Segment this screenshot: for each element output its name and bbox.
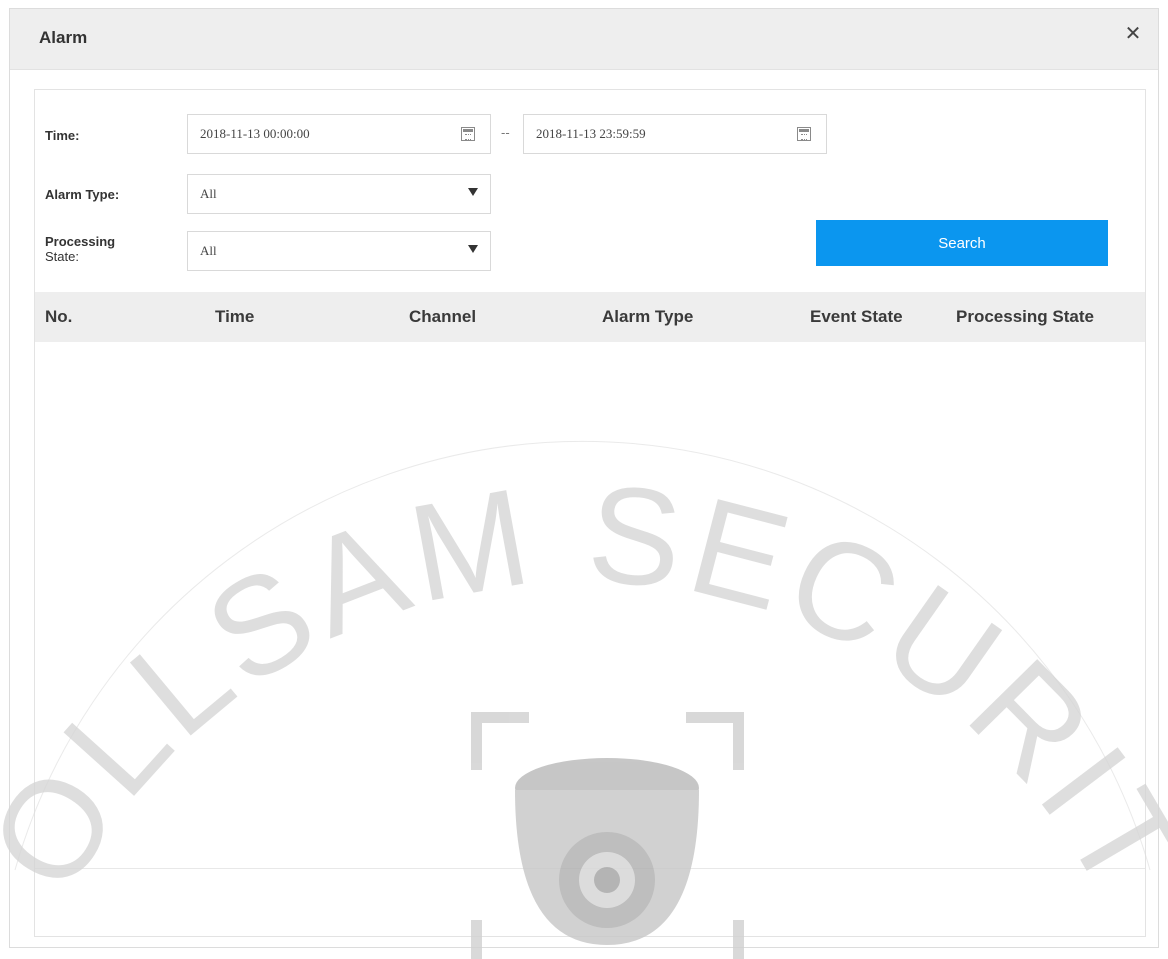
time-label: Time: [45, 128, 80, 143]
end-time-value: 2018-11-13 23:59:59 [536, 126, 646, 141]
start-time-value: 2018-11-13 00:00:00 [200, 126, 310, 141]
end-time-input[interactable]: 2018-11-13 23:59:59 [523, 114, 827, 154]
table-bottom-divider [35, 868, 1145, 869]
dialog-title: Alarm [39, 28, 88, 47]
chevron-down-icon [468, 188, 478, 196]
date-range-separator: -- [501, 125, 510, 140]
processing-state-label: Processing State: [45, 234, 115, 264]
dialog-titlebar: Alarm ✕ [10, 9, 1158, 70]
column-header-alarm-type[interactable]: Alarm Type [602, 307, 693, 327]
alarm-type-label: Alarm Type: [45, 187, 120, 202]
start-time-input[interactable]: 2018-11-13 00:00:00 [187, 114, 491, 154]
chevron-down-icon [468, 245, 478, 253]
column-header-processing-state[interactable]: Processing State [956, 307, 1094, 327]
calendar-icon[interactable] [797, 127, 811, 141]
column-header-event-state[interactable]: Event State [810, 307, 903, 327]
alarm-dialog: Alarm ✕ Time: 2018-11-13 00:00:00 -- 201… [9, 8, 1159, 948]
table-body [35, 342, 1145, 868]
table-header: No. Time Channel Alarm Type Event State … [35, 292, 1145, 342]
column-header-channel[interactable]: Channel [409, 307, 476, 327]
column-header-time[interactable]: Time [215, 307, 254, 327]
search-button[interactable]: Search [816, 220, 1108, 266]
close-icon[interactable]: ✕ [1122, 23, 1144, 45]
processing-state-label-line2: State: [45, 249, 79, 264]
calendar-icon[interactable] [461, 127, 475, 141]
processing-state-select[interactable]: All [187, 231, 491, 271]
alarm-panel: Time: 2018-11-13 00:00:00 -- 2018-11-13 … [34, 89, 1146, 937]
alarm-type-selected: All [200, 186, 217, 201]
processing-state-label-line1: Processing [45, 234, 116, 249]
column-header-no[interactable]: No. [45, 307, 72, 327]
processing-state-selected: All [200, 243, 217, 258]
alarm-type-select[interactable]: All [187, 174, 491, 214]
